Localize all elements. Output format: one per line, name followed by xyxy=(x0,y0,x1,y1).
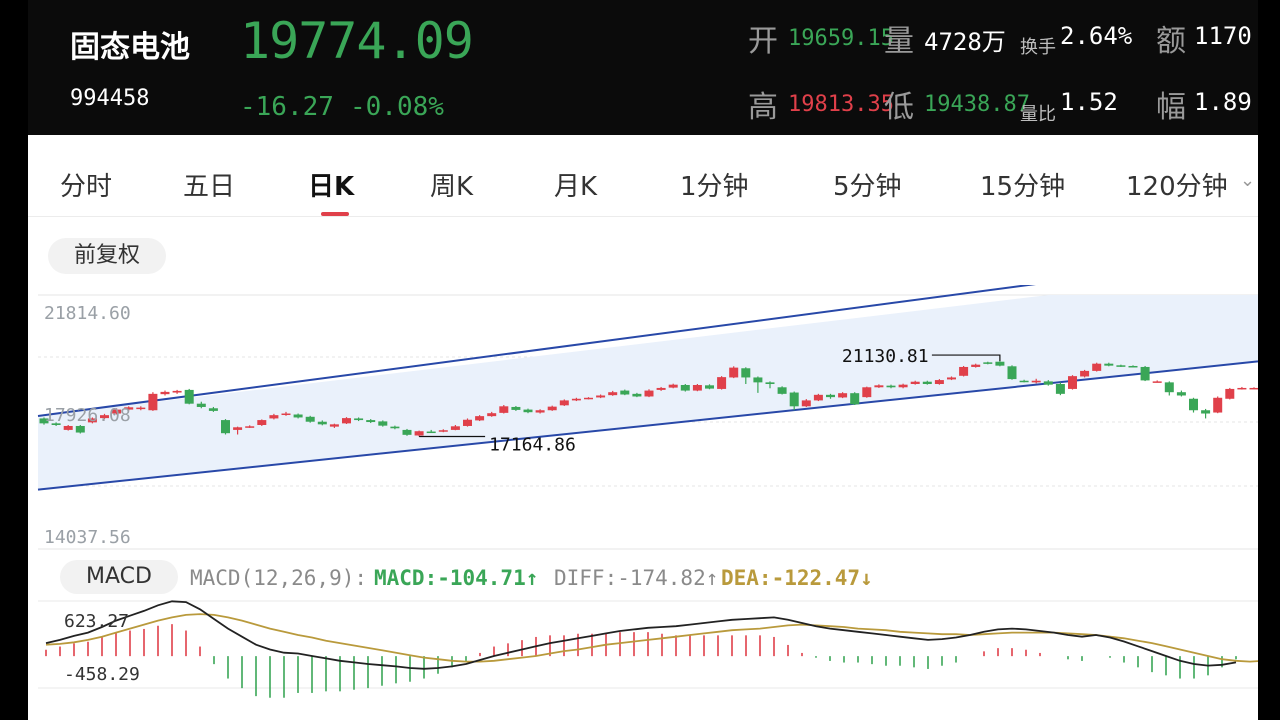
tab-1-minute[interactable]: 1分钟 xyxy=(680,166,749,203)
candle xyxy=(75,424,85,434)
volume-ratio-value: 1.52 xyxy=(1060,88,1118,116)
candlestick-chart[interactable]: 21130.81 17164.86 21814.60 17926.08 14037… xyxy=(28,285,1258,550)
candle xyxy=(1152,380,1162,383)
app-window: 固态电池 994458 19774.09 -16.27 -0.08% 开 196… xyxy=(28,0,1258,720)
candle xyxy=(221,419,230,435)
tab-intraday[interactable]: 分时 xyxy=(60,166,112,203)
tab-five-day[interactable]: 五日 xyxy=(183,166,235,203)
volume-label: 量 xyxy=(884,24,914,59)
diff-value: DIFF:-174.82↑ xyxy=(554,566,719,590)
macd-chart[interactable]: 623.27 -458.29 xyxy=(28,596,1258,708)
candle xyxy=(172,389,182,394)
candle xyxy=(850,392,860,405)
candle xyxy=(995,361,1005,367)
diff-line xyxy=(45,600,1237,670)
candle xyxy=(1249,387,1258,390)
active-tab-indicator xyxy=(321,212,349,216)
candle xyxy=(1140,365,1150,382)
candle xyxy=(402,428,412,436)
turnover-label: 换手 xyxy=(1020,37,1056,58)
candle xyxy=(717,376,727,390)
candle xyxy=(1055,382,1065,396)
candle xyxy=(342,417,351,425)
indicator-selector-button[interactable]: MACD xyxy=(60,560,178,594)
high-value: 19813.35 xyxy=(788,92,894,117)
tab-daily-k[interactable]: 日K xyxy=(308,166,354,203)
tab-weekly-k[interactable]: 周K xyxy=(430,166,473,203)
y-tick-label: 21814.60 xyxy=(44,303,131,324)
last-price: 19774.09 xyxy=(240,12,474,70)
high-label: 高 xyxy=(748,90,778,125)
candle xyxy=(1080,369,1090,378)
open-value: 19659.15 xyxy=(788,26,894,51)
price-change: -16.27 xyxy=(240,92,334,122)
candle xyxy=(680,384,690,392)
tab-120-minute[interactable]: 120分钟 xyxy=(1126,166,1228,203)
turnover-value: 2.64% xyxy=(1060,22,1133,50)
tab-monthly-k[interactable]: 月K xyxy=(554,166,597,203)
volume-value: 4728万 xyxy=(924,28,1006,56)
amplitude-value: 1.89 xyxy=(1194,88,1252,116)
amount-label: 额 xyxy=(1156,24,1186,59)
y-tick-label: 17926.08 xyxy=(44,405,131,426)
candle xyxy=(160,390,170,396)
candle xyxy=(1225,387,1235,400)
amount-value: 1170 xyxy=(1194,22,1252,50)
macd-y-bottom-label: -458.29 xyxy=(64,664,140,685)
candle xyxy=(813,393,823,402)
candle xyxy=(1164,381,1174,396)
amplitude-label: 幅 xyxy=(1156,90,1186,125)
candle xyxy=(1201,408,1211,419)
stock-name: 固态电池 xyxy=(70,30,190,65)
low-marker-label: 17164.86 xyxy=(489,434,576,455)
candle xyxy=(305,415,315,423)
y-tick-label: 14037.56 xyxy=(44,527,131,548)
high-marker-label: 21130.81 xyxy=(842,346,929,367)
price-adjust-button[interactable]: 前复权 xyxy=(48,238,166,274)
low-label: 低 xyxy=(884,90,914,125)
tab-15-minute[interactable]: 15分钟 xyxy=(980,166,1065,203)
tab-5-minute[interactable]: 5分钟 xyxy=(833,166,902,203)
macd-value: MACD:-104.71↑ xyxy=(374,566,539,590)
candle xyxy=(692,384,702,392)
candle xyxy=(777,386,787,395)
candle xyxy=(559,399,569,406)
candle xyxy=(1068,375,1077,390)
candle xyxy=(1189,397,1198,413)
candle xyxy=(1213,396,1223,414)
candle xyxy=(1176,390,1186,397)
price-change-percent: -0.08% xyxy=(350,92,444,122)
period-tabs: 分时 五日 日K 周K 月K 1分钟 5分钟 15分钟 120分钟 ⌄ xyxy=(28,148,1258,217)
candle xyxy=(1092,362,1102,372)
low-value: 19438.87 xyxy=(924,92,1030,117)
macd-params: MACD(12,26,9): xyxy=(190,566,368,590)
candle xyxy=(1237,386,1247,390)
dea-value: DEA:-122.47↓ xyxy=(721,566,873,590)
volume-ratio-label: 量比 xyxy=(1020,104,1056,125)
candle xyxy=(257,419,267,426)
chevron-down-icon[interactable]: ⌄ xyxy=(1240,170,1255,191)
macd-y-top-label: 623.27 xyxy=(64,611,129,632)
dea-line xyxy=(45,613,1258,663)
quote-header: 固态电池 994458 19774.09 -16.27 -0.08% 开 196… xyxy=(28,0,1258,135)
candle xyxy=(184,388,194,405)
candle xyxy=(862,386,872,398)
open-label: 开 xyxy=(748,24,778,59)
candle xyxy=(1007,365,1017,380)
candle xyxy=(148,392,158,411)
candle xyxy=(959,365,969,377)
candle xyxy=(729,366,739,379)
stock-code: 994458 xyxy=(70,86,150,111)
